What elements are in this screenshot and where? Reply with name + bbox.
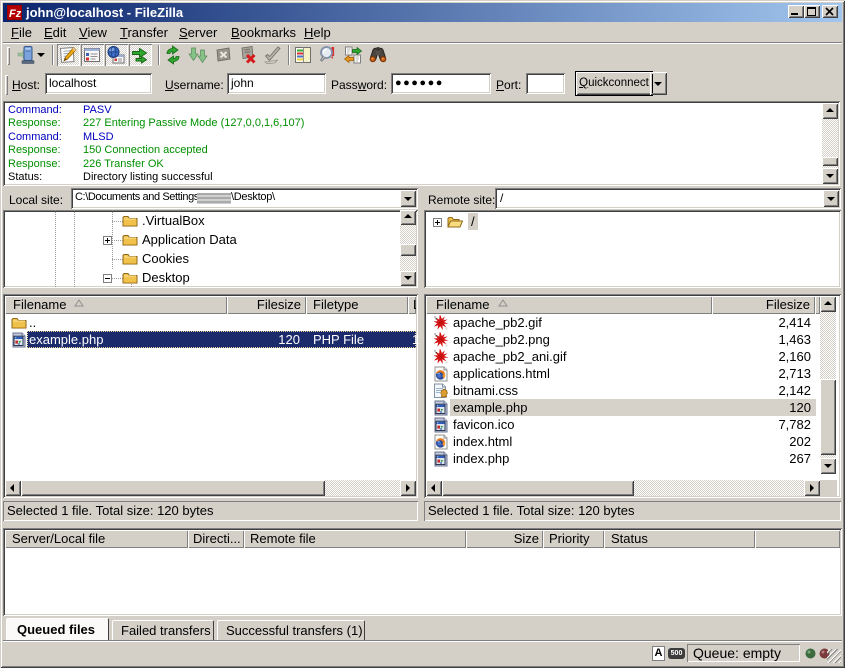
svg-text:Fz: Fz bbox=[9, 8, 22, 20]
